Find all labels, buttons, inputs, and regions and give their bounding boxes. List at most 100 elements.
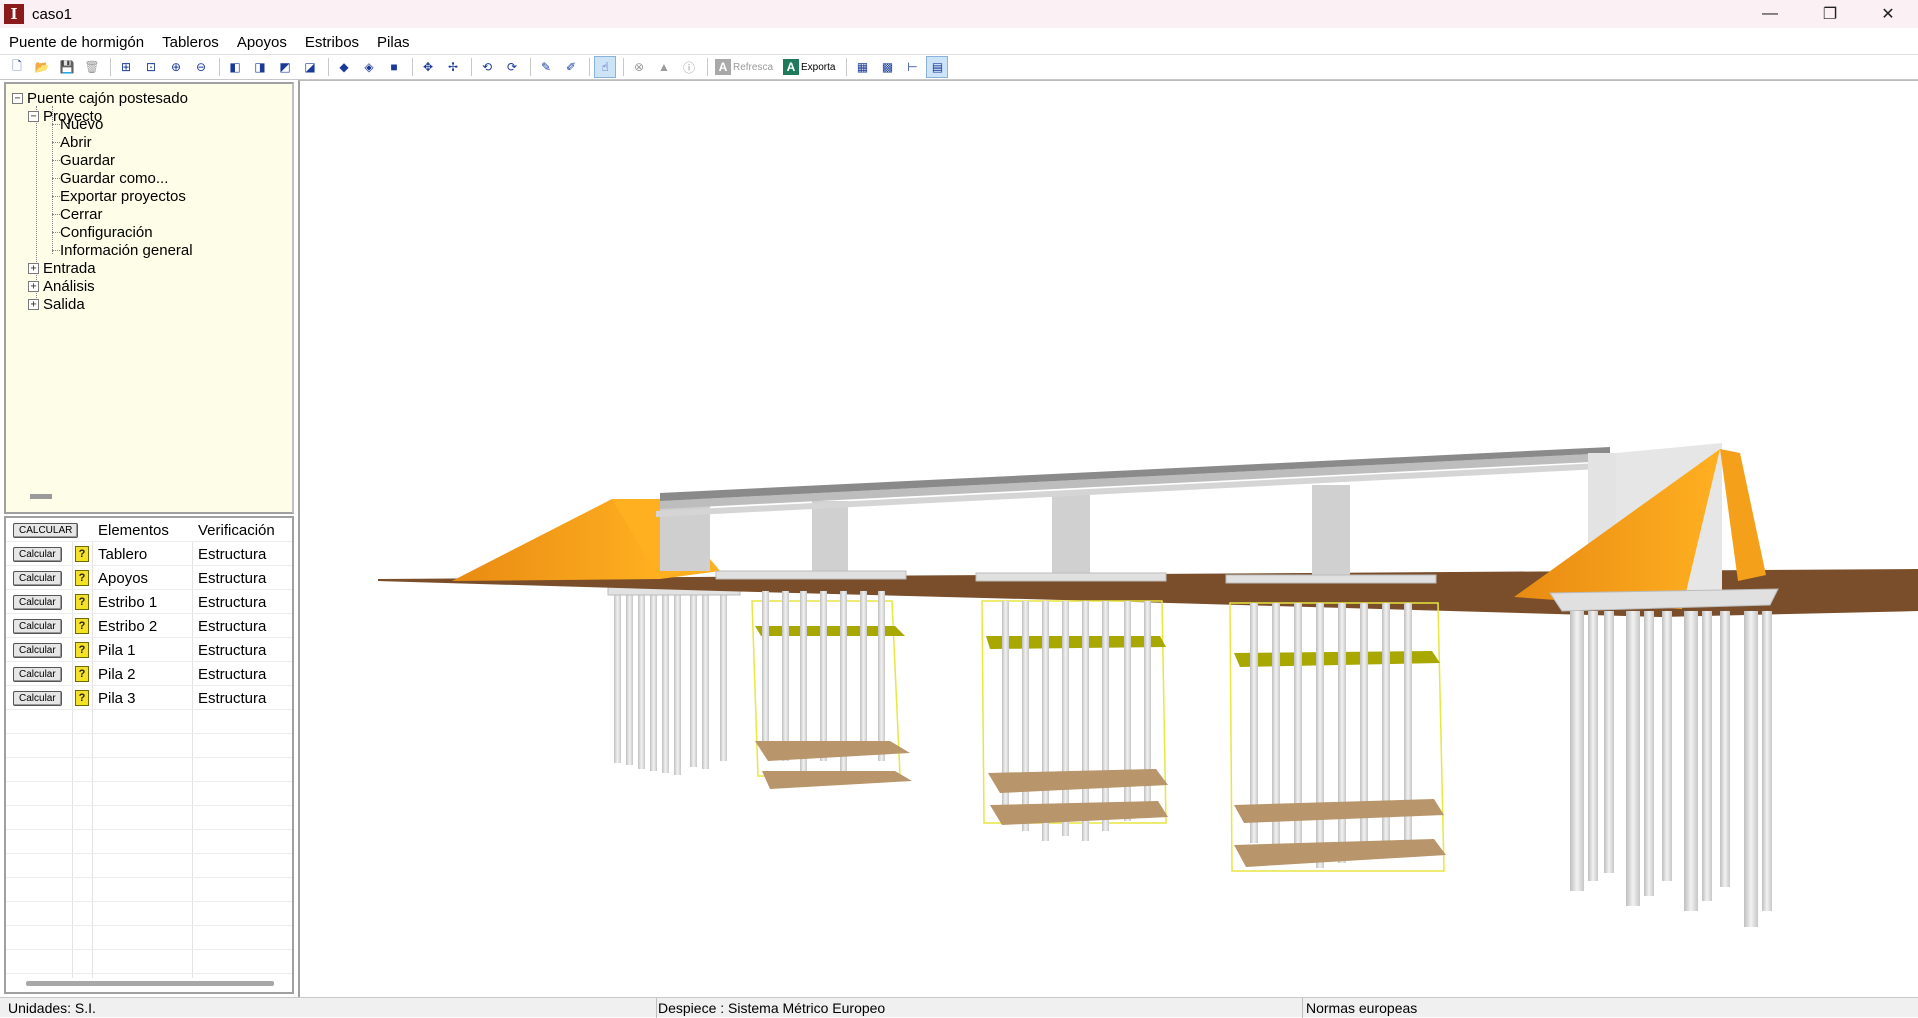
calcular-button[interactable]: Calcular bbox=[13, 690, 62, 706]
save-icon[interactable]: 💾 bbox=[56, 56, 78, 78]
table-row[interactable]: Calcular ? Estribo 2 Estructura bbox=[6, 614, 292, 638]
bridge-3d-model[interactable] bbox=[300, 81, 1918, 997]
grid-view-icon[interactable]: ▦ bbox=[851, 56, 873, 78]
tree-node-analisis[interactable]: + Análisis bbox=[28, 276, 95, 296]
info-icon[interactable]: ⓘ bbox=[678, 56, 700, 78]
toolbar-separator bbox=[219, 58, 220, 76]
table-row[interactable]: Calcular ? Estribo 1 Estructura bbox=[6, 590, 292, 614]
expand-icon[interactable]: + bbox=[28, 298, 39, 310]
tree-item-guardar[interactable]: Guardar bbox=[60, 150, 115, 170]
empty-row bbox=[6, 878, 292, 902]
zoom-in-icon[interactable]: ⊕ bbox=[165, 56, 187, 78]
view-right-icon[interactable]: ◪ bbox=[299, 56, 321, 78]
calcular-all-button[interactable]: CALCULAR bbox=[13, 522, 79, 538]
collapse-icon[interactable]: − bbox=[12, 92, 23, 104]
tree-item-nuevo[interactable]: Nuevo bbox=[60, 114, 103, 134]
tree-node-entrada[interactable]: + Entrada bbox=[28, 258, 96, 278]
solid-view-icon[interactable]: ■ bbox=[383, 56, 405, 78]
column-header-elementos[interactable]: Elementos bbox=[98, 518, 169, 542]
table-view-icon[interactable]: ▩ bbox=[876, 56, 898, 78]
error-icon[interactable]: ⊗ bbox=[628, 56, 650, 78]
bridge-deck[interactable] bbox=[656, 447, 1610, 517]
verification-cell: Estructura bbox=[198, 593, 267, 611]
zoom-out-icon[interactable]: ⊖ bbox=[190, 56, 212, 78]
menu-puente-de-hormigon[interactable]: Puente de hormigón bbox=[9, 34, 144, 51]
tree-item-exportar-proyectos[interactable]: Exportar proyectos bbox=[60, 186, 186, 206]
tree-item-informacion-general[interactable]: Información general bbox=[60, 240, 193, 260]
zoom-window-icon[interactable]: ⊡ bbox=[140, 56, 162, 78]
exporta-label: Exporta bbox=[801, 61, 836, 73]
empty-row bbox=[6, 806, 292, 830]
tree-item-abrir[interactable]: Abrir bbox=[60, 132, 92, 152]
open-folder-icon[interactable]: 📂 bbox=[31, 56, 53, 78]
expand-icon[interactable]: + bbox=[28, 280, 39, 292]
empty-row bbox=[6, 710, 292, 734]
menu-bar: Puente de hormigón Tableros Apoyos Estri… bbox=[0, 30, 1918, 54]
close-button[interactable]: ✕ bbox=[1858, 0, 1918, 28]
refresca-button[interactable]: A Refresca bbox=[712, 56, 776, 78]
collapse-icon[interactable]: − bbox=[28, 110, 39, 122]
pier-1[interactable] bbox=[715, 501, 912, 789]
calcular-button[interactable]: Calcular bbox=[13, 666, 62, 682]
table-row[interactable]: Calcular ? Tablero Estructura bbox=[6, 542, 292, 566]
new-file-icon[interactable]: 🗋 bbox=[6, 56, 28, 78]
tree-connector bbox=[52, 196, 60, 197]
element-name-cell: Estribo 2 bbox=[98, 617, 158, 635]
tree-root[interactable]: − Puente cajón postesado bbox=[12, 88, 188, 108]
restore-button[interactable]: ❐ bbox=[1800, 0, 1860, 28]
measure-icon[interactable]: ✎ bbox=[535, 56, 557, 78]
status-divider bbox=[656, 998, 657, 1018]
minimize-button[interactable]: — bbox=[1740, 0, 1800, 28]
zoom-all-icon[interactable]: ⊞ bbox=[115, 56, 137, 78]
exporta-button[interactable]: A Exporta bbox=[780, 56, 838, 78]
dimension-icon[interactable]: ⊢ bbox=[901, 56, 923, 78]
view-iso-1-icon[interactable]: ◆ bbox=[333, 56, 355, 78]
tree-item-configuracion[interactable]: Configuración bbox=[60, 222, 153, 242]
table-row[interactable]: Calcular ? Pila 1 Estructura bbox=[6, 638, 292, 662]
pier-2[interactable] bbox=[975, 493, 1168, 841]
view-front-icon[interactable]: ◧ bbox=[224, 56, 246, 78]
tree-item-guardar-como[interactable]: Guardar como... bbox=[60, 168, 168, 188]
exporta-icon: A bbox=[783, 59, 800, 75]
abutment-2-piles[interactable] bbox=[1570, 611, 1772, 927]
pier-3[interactable] bbox=[1225, 485, 1446, 872]
edit-icon[interactable]: ✐ bbox=[560, 56, 582, 78]
horizontal-scrollbar[interactable] bbox=[26, 981, 274, 986]
calcular-button[interactable]: Calcular bbox=[13, 642, 62, 658]
expand-icon[interactable]: + bbox=[28, 262, 39, 274]
tree-item-cerrar[interactable]: Cerrar bbox=[60, 204, 103, 224]
delete-icon[interactable]: 🗑 bbox=[81, 56, 103, 78]
menu-tableros[interactable]: Tableros bbox=[162, 34, 219, 51]
calcular-button[interactable]: Calcular bbox=[13, 594, 62, 610]
select-tool-icon[interactable]: ☝ bbox=[594, 56, 616, 78]
close-icon: ✕ bbox=[1881, 6, 1895, 23]
rotate-left-icon[interactable]: ⟲ bbox=[476, 56, 498, 78]
table-row[interactable]: Calcular ? Apoyos Estructura bbox=[6, 566, 292, 590]
calcular-button[interactable]: Calcular bbox=[13, 546, 62, 562]
menu-pilas[interactable]: Pilas bbox=[377, 34, 410, 51]
toolbar-separator bbox=[530, 58, 531, 76]
toolbar-separator bbox=[589, 58, 590, 76]
move-down-icon[interactable]: ✢ bbox=[442, 56, 464, 78]
abutment-1-piles[interactable] bbox=[607, 584, 741, 775]
view-iso-2-icon[interactable]: ◈ bbox=[358, 56, 380, 78]
table-row[interactable]: Calcular ? Pila 3 Estructura bbox=[6, 686, 292, 710]
calcular-button[interactable]: Calcular bbox=[13, 570, 62, 586]
view-left-icon[interactable]: ◩ bbox=[274, 56, 296, 78]
move-up-icon[interactable]: ✥ bbox=[417, 56, 439, 78]
column-header-verificacion[interactable]: Verificación bbox=[198, 518, 275, 542]
layers-icon[interactable]: ▤ bbox=[926, 56, 949, 78]
calcular-button[interactable]: Calcular bbox=[13, 618, 62, 634]
view-back-icon[interactable]: ◨ bbox=[249, 56, 271, 78]
status-despiece: Despiece : Sistema Métrico Europeo bbox=[658, 1000, 886, 1016]
bridge-3d-viewport[interactable] bbox=[298, 80, 1918, 997]
panel-splitter-handle[interactable] bbox=[30, 494, 52, 499]
rotate-right-icon[interactable]: ⟳ bbox=[501, 56, 523, 78]
tree-node-salida[interactable]: + Salida bbox=[28, 294, 85, 314]
tree-item-label: Abrir bbox=[60, 133, 92, 151]
tree-item-label: Exportar proyectos bbox=[60, 187, 186, 205]
warning-icon[interactable]: ▲ bbox=[653, 56, 675, 78]
menu-apoyos[interactable]: Apoyos bbox=[237, 34, 287, 51]
table-row[interactable]: Calcular ? Pila 2 Estructura bbox=[6, 662, 292, 686]
menu-estribos[interactable]: Estribos bbox=[305, 34, 359, 51]
